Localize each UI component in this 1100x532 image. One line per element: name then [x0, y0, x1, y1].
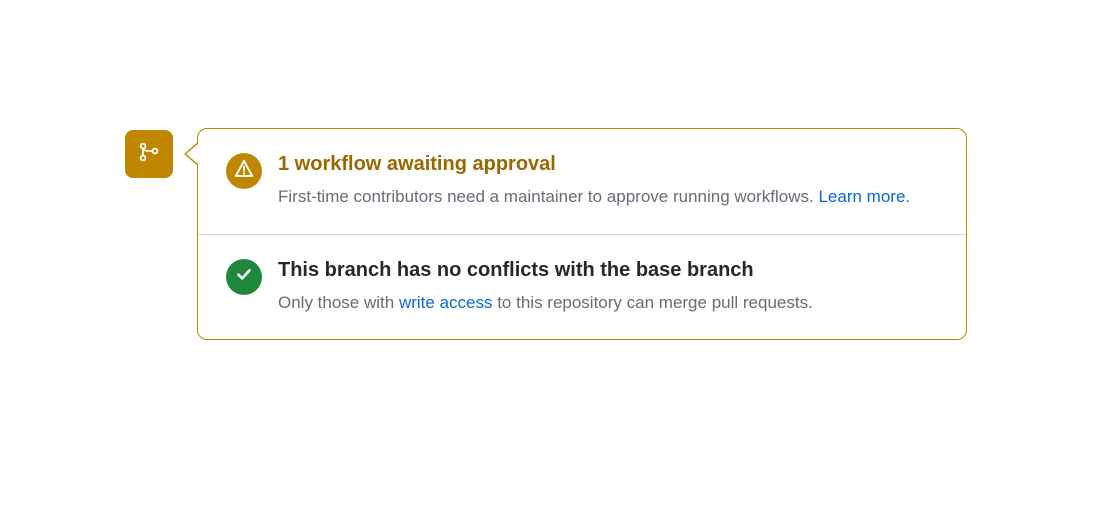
workflow-approval-section: 1 workflow awaiting approval First-time … [198, 129, 966, 234]
no-conflicts-content: This branch has no conflicts with the ba… [278, 257, 938, 316]
desc-text: Only those with [278, 293, 399, 312]
workflow-approval-desc: First-time contributors need a maintaine… [278, 184, 938, 210]
desc-text: First-time contributors need a maintaine… [278, 187, 818, 206]
write-access-link[interactable]: write access [399, 293, 493, 312]
timeline-badge [125, 130, 173, 178]
status-icon-success [226, 259, 262, 295]
speech-bubble-arrow [184, 142, 198, 166]
no-conflicts-section: This branch has no conflicts with the ba… [198, 234, 966, 340]
merge-status-container: 1 workflow awaiting approval First-time … [125, 128, 967, 340]
git-merge-icon [137, 140, 161, 169]
workflow-approval-content: 1 workflow awaiting approval First-time … [278, 151, 938, 210]
learn-more-link[interactable]: Learn more. [818, 187, 910, 206]
alert-icon [234, 159, 254, 184]
status-icon-warning [226, 153, 262, 189]
workflow-approval-title: 1 workflow awaiting approval [278, 151, 938, 178]
desc-text: to this repository can merge pull reques… [492, 293, 812, 312]
no-conflicts-desc: Only those with write access to this rep… [278, 290, 938, 316]
no-conflicts-title: This branch has no conflicts with the ba… [278, 257, 938, 284]
check-icon [234, 264, 254, 289]
merge-status-box: 1 workflow awaiting approval First-time … [197, 128, 967, 340]
